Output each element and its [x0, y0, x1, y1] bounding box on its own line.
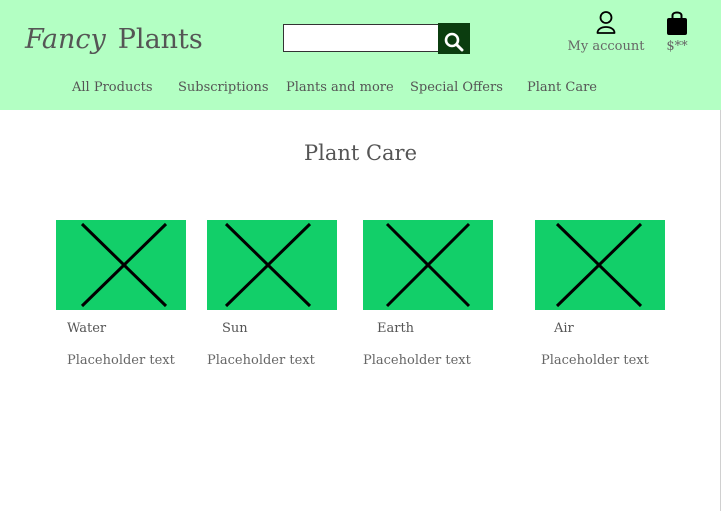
- card-title: Earth: [377, 321, 415, 336]
- account-label: My account: [567, 39, 645, 54]
- search-input[interactable]: [283, 24, 443, 52]
- brand-logo-fancy: Fancy: [25, 24, 106, 55]
- card-sun[interactable]: Sun Placeholder text: [207, 220, 347, 368]
- cart-total: $**: [666, 39, 688, 54]
- nav-all-products[interactable]: All Products: [72, 80, 153, 95]
- shopping-bag-icon: [667, 11, 687, 35]
- card-title: Water: [67, 321, 107, 336]
- nav-plants-and-more[interactable]: Plants and more: [286, 80, 394, 95]
- card-water[interactable]: Water Placeholder text: [56, 220, 196, 368]
- search-button[interactable]: [438, 23, 470, 54]
- cart-link[interactable]: $**: [660, 10, 694, 54]
- main-nav: All Products Subscriptions Plants and mo…: [0, 80, 721, 100]
- nav-subscriptions[interactable]: Subscriptions: [178, 80, 269, 95]
- header: Fancy Plants My account $** All Products …: [0, 0, 721, 110]
- image-placeholder-icon: [535, 220, 665, 310]
- brand-logo[interactable]: Fancy Plants: [25, 24, 203, 55]
- page-title: Plant Care: [303, 141, 418, 165]
- card-title: Air: [554, 321, 574, 336]
- card-earth[interactable]: Earth Placeholder text: [363, 220, 503, 368]
- card-text: Placeholder text: [363, 353, 471, 368]
- image-placeholder-icon: [207, 220, 337, 310]
- nav-special-offers[interactable]: Special Offers: [410, 80, 503, 95]
- brand-logo-plants: Plants: [117, 24, 203, 55]
- nav-plant-care[interactable]: Plant Care: [527, 80, 597, 95]
- card-text: Placeholder text: [67, 353, 175, 368]
- account-icon: [596, 11, 616, 34]
- account-link[interactable]: My account: [566, 10, 646, 54]
- image-placeholder-icon: [56, 220, 186, 310]
- card-air[interactable]: Air Placeholder text: [535, 220, 675, 368]
- image-placeholder-icon: [363, 220, 493, 310]
- card-title: Sun: [222, 321, 248, 336]
- search-icon: [444, 32, 464, 51]
- card-text: Placeholder text: [541, 353, 649, 368]
- card-text: Placeholder text: [207, 353, 315, 368]
